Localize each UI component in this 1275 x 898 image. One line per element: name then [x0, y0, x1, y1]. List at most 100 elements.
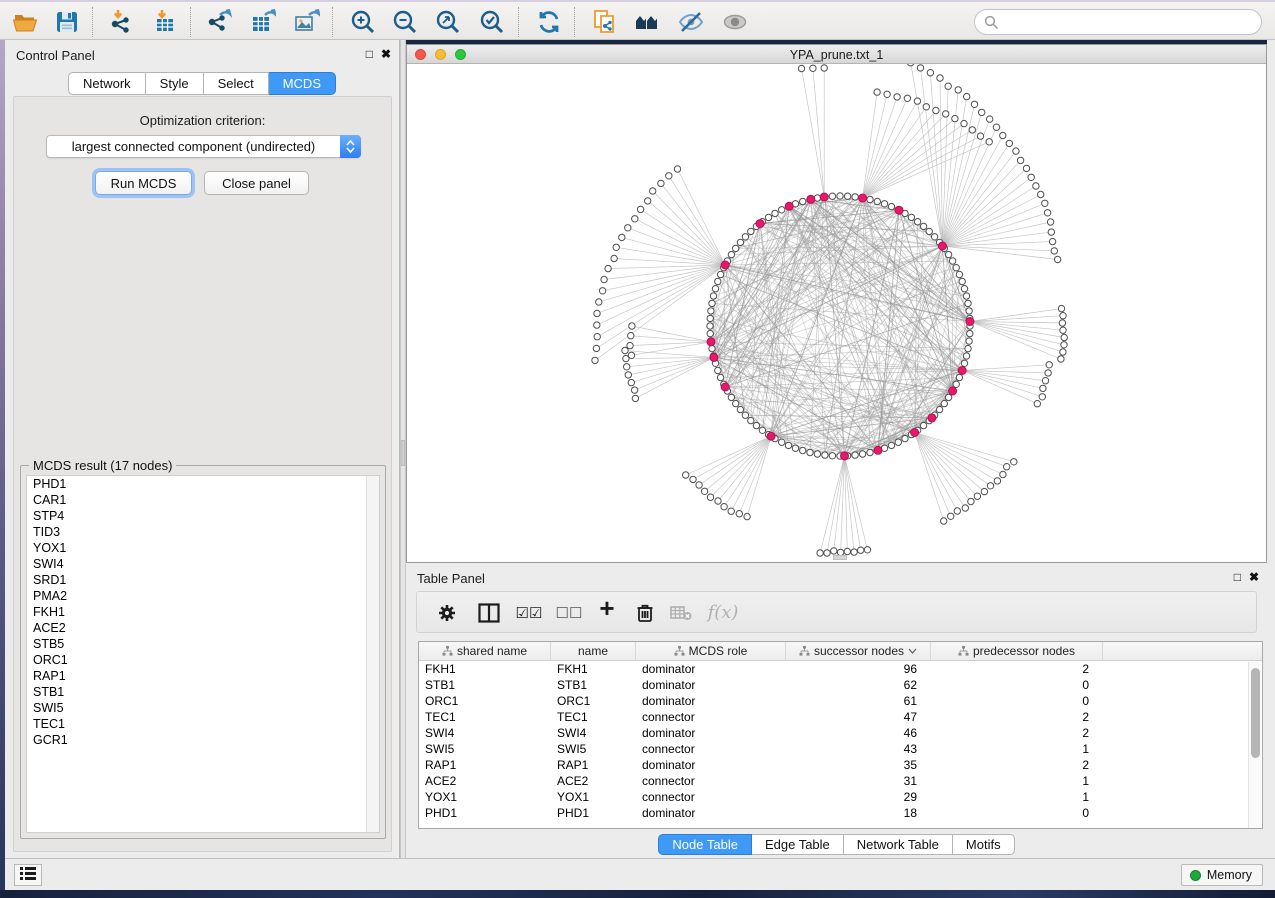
network-node[interactable] — [666, 173, 672, 179]
network-node[interactable] — [611, 255, 617, 261]
column-header-shared-name[interactable]: shared name — [419, 642, 551, 660]
network-node[interactable] — [986, 139, 992, 145]
optimization-criterion-select[interactable]: largest connected component (undirected) — [46, 135, 361, 158]
mcds-result-item[interactable]: STB1 — [27, 684, 379, 700]
network-node[interactable] — [728, 508, 734, 514]
cell-predecessor-nodes[interactable]: 2 — [931, 757, 1103, 773]
zoom-fit-button[interactable] — [431, 8, 465, 36]
table-row[interactable]: TEC1TEC1connector472 — [419, 709, 1262, 725]
network-node[interactable] — [1039, 394, 1045, 400]
network-node[interactable] — [733, 400, 739, 406]
zoom-selected-button[interactable] — [475, 8, 509, 36]
mcds-result-item[interactable]: ACE2 — [27, 620, 379, 636]
zoom-in-button[interactable] — [346, 8, 380, 36]
network-node[interactable] — [963, 353, 969, 359]
cell-successor-nodes[interactable]: 18 — [786, 805, 931, 821]
network-node[interactable] — [874, 89, 880, 95]
network-node[interactable] — [708, 308, 714, 314]
select-all-columns-button[interactable]: ☑☑ — [513, 598, 545, 628]
network-node[interactable] — [829, 193, 835, 199]
network-node[interactable] — [952, 115, 958, 121]
network-node[interactable] — [1013, 148, 1019, 154]
network-node[interactable] — [1060, 313, 1066, 319]
network-node[interactable] — [943, 111, 949, 117]
tab-network[interactable]: Network — [68, 72, 146, 95]
network-node[interactable] — [624, 364, 630, 370]
network-node[interactable] — [772, 210, 778, 216]
network-node[interactable] — [979, 109, 985, 115]
cell-predecessor-nodes[interactable]: 1 — [931, 789, 1103, 805]
network-node[interactable] — [717, 374, 723, 380]
close-panel-button[interactable]: Close panel — [204, 171, 309, 195]
table-row[interactable]: RAP1RAP1dominator352 — [419, 757, 1262, 773]
network-node[interactable] — [1038, 191, 1044, 197]
network-node[interactable] — [625, 372, 631, 378]
mcds-result-item[interactable]: STP4 — [27, 508, 379, 524]
cell-predecessor-nodes[interactable]: 0 — [931, 677, 1103, 693]
tab-motifs[interactable]: Motifs — [953, 834, 1015, 855]
cell-name[interactable]: YOX1 — [551, 789, 636, 805]
column-header-mcds-role[interactable]: MCDS role — [636, 642, 786, 660]
cell-mcds-role[interactable]: dominator — [636, 661, 786, 677]
mcds-node[interactable] — [966, 318, 974, 326]
cell-mcds-role[interactable]: dominator — [636, 693, 786, 709]
network-node[interactable] — [707, 330, 713, 336]
network-node[interactable] — [837, 193, 843, 199]
network-node[interactable] — [721, 504, 727, 510]
table-row[interactable]: SWI5SWI5connector431 — [419, 741, 1262, 757]
network-node[interactable] — [779, 439, 785, 445]
mcds-result-item[interactable]: SRD1 — [27, 572, 379, 588]
network-node[interactable] — [707, 315, 713, 321]
network-node[interactable] — [894, 94, 900, 100]
network-node[interactable] — [956, 271, 962, 277]
network-node[interactable] — [888, 442, 894, 448]
network-node[interactable] — [817, 550, 823, 556]
mcds-result-item[interactable]: SWI4 — [27, 556, 379, 572]
cell-successor-nodes[interactable]: 61 — [786, 693, 931, 709]
network-node[interactable] — [627, 342, 633, 348]
network-node[interactable] — [933, 107, 939, 113]
network-node[interactable] — [683, 472, 689, 478]
network-node[interactable] — [867, 196, 873, 202]
network-node[interactable] — [1060, 349, 1066, 355]
network-node[interactable] — [798, 65, 804, 71]
network-node[interactable] — [715, 498, 721, 504]
cell-mcds-role[interactable]: dominator — [636, 725, 786, 741]
network-node[interactable] — [914, 98, 920, 104]
network-node[interactable] — [1004, 464, 1010, 470]
network-node[interactable] — [1042, 200, 1048, 206]
cell-shared-name[interactable]: YOX1 — [419, 789, 551, 805]
network-node[interactable] — [908, 214, 914, 220]
table-scrollbar[interactable] — [1248, 662, 1261, 828]
cell-shared-name[interactable]: PHD1 — [419, 805, 551, 821]
network-node[interactable] — [631, 387, 637, 393]
first-neighbors-button[interactable] — [630, 8, 664, 36]
network-node[interactable] — [707, 494, 713, 500]
network-node[interactable] — [737, 239, 743, 245]
network-node[interactable] — [867, 449, 873, 455]
mcds-result-item[interactable]: GCR1 — [27, 732, 379, 748]
network-node[interactable] — [1054, 256, 1060, 262]
network-node[interactable] — [736, 511, 742, 517]
cell-shared-name[interactable]: STB1 — [419, 677, 551, 693]
mcds-list-scrollbar[interactable] — [366, 476, 379, 832]
network-node[interactable] — [712, 286, 718, 292]
network-node[interactable] — [1040, 385, 1046, 391]
network-node[interactable] — [1060, 327, 1066, 333]
cell-shared-name[interactable]: ACE2 — [419, 773, 551, 789]
cell-successor-nodes[interactable]: 96 — [786, 661, 931, 677]
save-session-button[interactable] — [50, 8, 84, 36]
cell-successor-nodes[interactable]: 35 — [786, 757, 931, 773]
network-node[interactable] — [650, 188, 656, 194]
network-node[interactable] — [961, 286, 967, 292]
cell-name[interactable]: ACE2 — [551, 773, 636, 789]
network-node[interactable] — [1047, 219, 1053, 225]
cell-successor-nodes[interactable]: 43 — [786, 741, 931, 757]
mcds-node[interactable] — [710, 353, 718, 361]
network-node[interactable] — [594, 310, 600, 316]
splitter-handle[interactable] — [401, 440, 405, 466]
network-node[interactable] — [690, 476, 696, 482]
run-mcds-button[interactable]: Run MCDS — [95, 171, 192, 195]
network-node[interactable] — [824, 550, 830, 556]
table-row[interactable]: STB1STB1dominator620 — [419, 677, 1262, 693]
